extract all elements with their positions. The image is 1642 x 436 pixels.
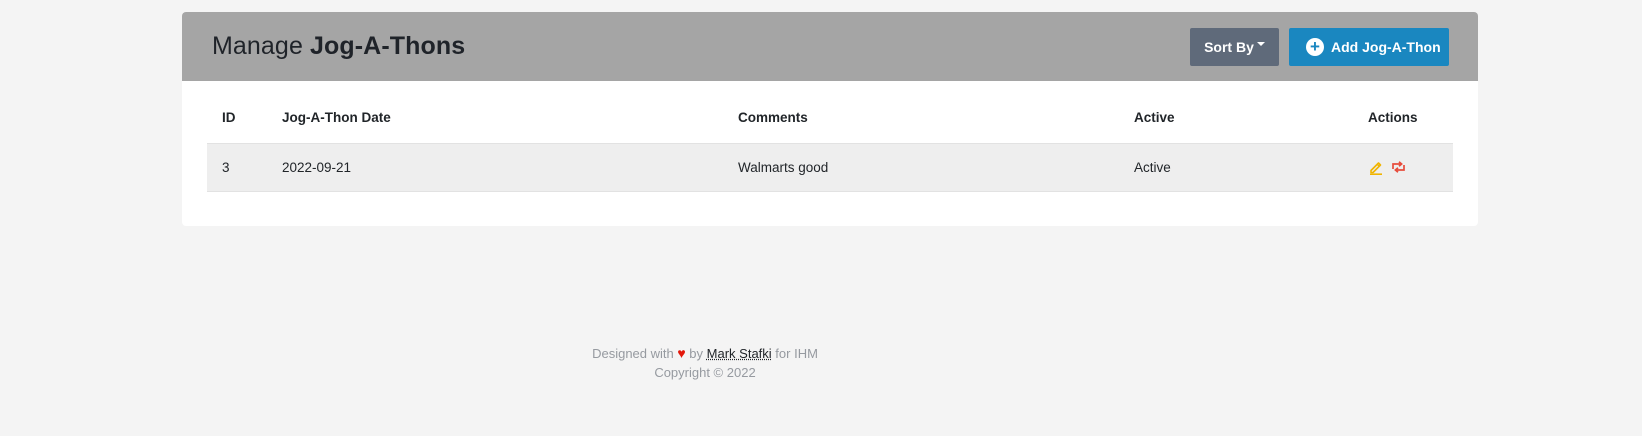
heart-icon: ♥: [677, 345, 686, 361]
repeat-icon[interactable]: [1390, 160, 1407, 174]
footer-designed-with: Designed with: [592, 346, 674, 361]
page-footer: Designed with ♥ by Mark Stafki for IHM C…: [0, 344, 1410, 382]
table-header: ID Jog-A-Thon Date Comments Active Actio…: [207, 93, 1453, 143]
column-header-date: Jog-A-Thon Date: [282, 110, 391, 126]
footer-credit-line: Designed with ♥ by Mark Stafki for IHM: [0, 344, 1410, 363]
sort-by-label: Sort By: [1204, 38, 1254, 55]
header-actions: Sort By + Add Jog-A-Thon: [1190, 27, 1449, 66]
cell-active: Active: [1119, 142, 1353, 192]
sort-by-button[interactable]: Sort By: [1190, 27, 1279, 66]
caret-down-icon: [1256, 41, 1265, 46]
author-link[interactable]: Mark Stafki: [707, 346, 772, 361]
table-body: 3 2022-09-21 Walmarts good Active: [207, 142, 1453, 192]
cell-id: 3: [207, 142, 267, 192]
card-header: Manage Jog-A-Thons Sort By + Add Jog-A-T…: [182, 12, 1478, 81]
page-title-bold: Jog-A-Thons: [310, 32, 466, 60]
column-header-comments: Comments: [738, 110, 808, 126]
footer-for: for IHM: [775, 346, 818, 361]
row-actions: [1368, 159, 1438, 175]
cell-actions: [1353, 142, 1453, 192]
table-row: 3 2022-09-21 Walmarts good Active: [207, 142, 1453, 192]
table-header-row: ID Jog-A-Thon Date Comments Active Actio…: [207, 93, 1453, 143]
pencil-icon[interactable]: [1368, 159, 1384, 175]
column-header-actions: Actions: [1368, 110, 1418, 126]
page-title: Manage Jog-A-Thons: [212, 32, 465, 61]
footer-copyright: Copyright © 2022: [654, 365, 756, 380]
footer-by: by: [689, 346, 704, 361]
column-header-id: ID: [222, 110, 236, 126]
jogathon-table: ID Jog-A-Thon Date Comments Active Actio…: [207, 93, 1453, 192]
page-title-prefix: Manage: [212, 32, 303, 60]
add-jogathon-label: Add Jog-A-Thon: [1331, 38, 1441, 55]
column-header-active: Active: [1134, 110, 1175, 126]
cell-comments: Walmarts good: [723, 142, 1119, 192]
jogathon-card: Manage Jog-A-Thons Sort By + Add Jog-A-T…: [182, 12, 1478, 226]
cell-date: 2022-09-21: [267, 142, 723, 192]
table-wrapper: ID Jog-A-Thon Date Comments Active Actio…: [182, 81, 1478, 192]
add-jogathon-button[interactable]: + Add Jog-A-Thon: [1289, 27, 1449, 66]
plus-circle-icon: +: [1306, 37, 1324, 56]
